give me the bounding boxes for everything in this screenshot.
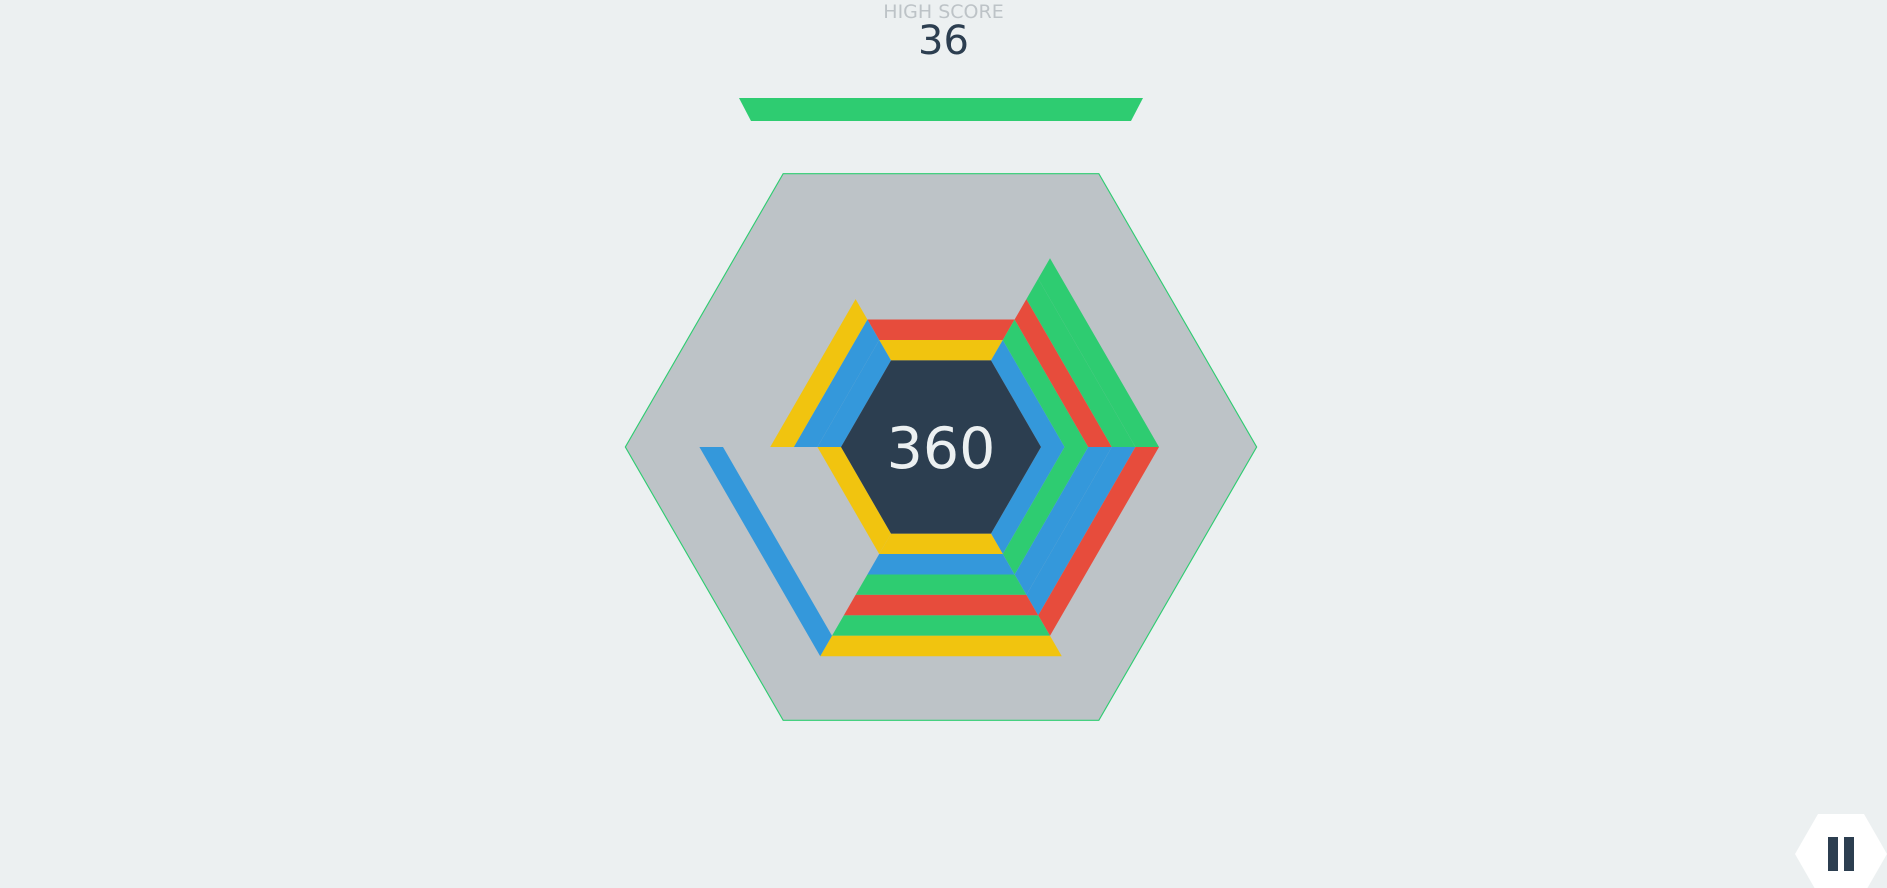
- block-bottom-5: [820, 635, 1062, 657]
- timer-bar: [739, 98, 1143, 121]
- block-bottom-0: [879, 533, 1003, 554]
- block-bottom-1: [867, 554, 1015, 575]
- block-bottom-2: [855, 574, 1027, 595]
- block-top-0: [879, 340, 1003, 361]
- pause-button-hexagon: [1795, 814, 1887, 888]
- pause-button[interactable]: [1795, 814, 1887, 888]
- game-board[interactable]: 360: [0, 0, 1887, 888]
- block-top-1: [867, 319, 1015, 340]
- game-stage: HIGH SCORE 36 360: [0, 0, 1887, 888]
- block-bottom-4: [832, 615, 1050, 636]
- block-bottom-3: [843, 594, 1039, 616]
- score-display: 360: [887, 416, 996, 482]
